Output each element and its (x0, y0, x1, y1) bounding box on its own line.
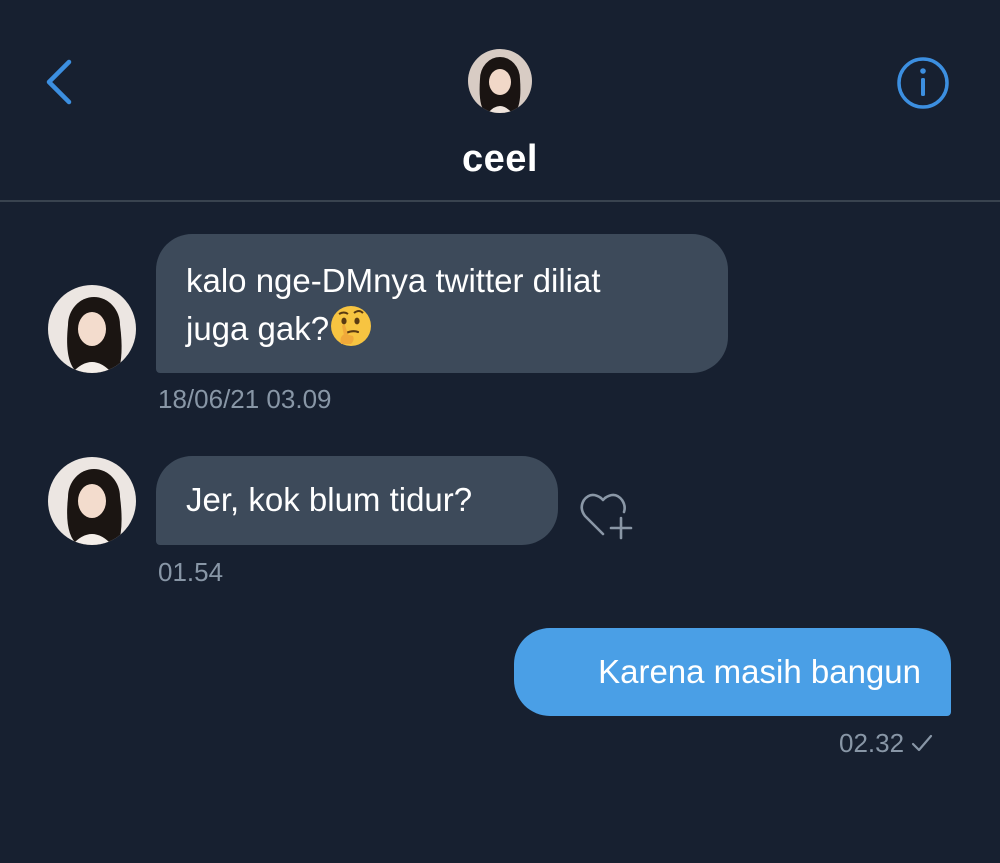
back-button[interactable] (34, 52, 84, 112)
like-message-button[interactable] (577, 488, 637, 544)
info-button[interactable] (896, 56, 950, 110)
chevron-left-icon (46, 59, 72, 105)
message-text: Jer, kok blum tidur? (186, 481, 473, 518)
dm-screen: ceel kalo nge-DMnya twitter diliat juga … (0, 0, 1000, 863)
message-bubble-outgoing[interactable]: Karena masih bangun (514, 628, 951, 716)
header-avatar[interactable] (468, 49, 532, 113)
header-divider (0, 200, 1000, 202)
sender-avatar[interactable] (48, 457, 136, 545)
message-text-line: kalo nge-DMnya twitter diliat (186, 262, 601, 299)
conversation-header: ceel (0, 0, 1000, 202)
message-bubble-incoming[interactable]: kalo nge-DMnya twitter diliat juga gak? (156, 234, 728, 373)
contact-name[interactable]: ceel (0, 138, 1000, 181)
message-bubble-incoming[interactable]: Jer, kok blum tidur? (156, 456, 558, 545)
message-text: Karena masih bangun (598, 653, 921, 690)
message-timestamp: 18/06/21 03.09 (158, 384, 332, 414)
sender-avatar[interactable] (48, 285, 136, 373)
info-circle-icon (897, 57, 949, 109)
checkmark-icon (912, 734, 933, 752)
message-text-line: juga gak? (186, 310, 330, 347)
thinking-face-icon (329, 304, 373, 348)
message-timestamp: 01.54 (158, 557, 224, 587)
message-timestamp: 02.32 (839, 728, 933, 759)
heart-add-icon (580, 493, 633, 540)
message-timestamp-text: 02.32 (839, 728, 905, 758)
